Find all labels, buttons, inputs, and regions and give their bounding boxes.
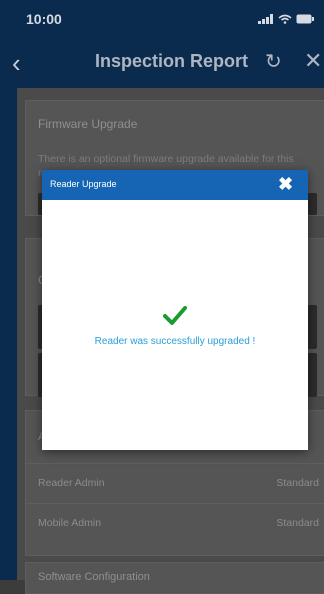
- wifi-icon: [278, 14, 292, 24]
- reader-upgrade-dialog: Reader Upgrade ✖ Reader was successfully…: [42, 170, 308, 450]
- signal-icon: [258, 14, 273, 24]
- page-title: Inspection Report: [95, 51, 249, 71]
- battery-icon: [296, 14, 314, 24]
- checkmark-icon: [163, 306, 187, 325]
- dialog-message: Reader was successfully upgraded !: [94, 336, 256, 347]
- close-icon[interactable]: ✕: [304, 48, 322, 74]
- dialog-title: Reader Upgrade: [50, 179, 117, 189]
- admin-row: Reader Admin Standard: [26, 463, 324, 504]
- nav-bar: ‹ Inspection Report ↻ ✕: [0, 38, 324, 88]
- row-value: Standard: [276, 477, 319, 489]
- software-configuration-title: Software Configuration: [38, 571, 150, 583]
- side-strip: [0, 88, 17, 580]
- row-label: Mobile Admin: [38, 517, 102, 529]
- admin-row: Mobile Admin Standard: [26, 503, 324, 544]
- firmware-upgrade-text: There is an optional firmware upgrade av…: [38, 153, 294, 165]
- firmware-upgrade-title: Firmware Upgrade: [38, 117, 138, 131]
- row-value: Standard: [276, 517, 319, 529]
- status-icons: [258, 14, 314, 24]
- status-time: 10:00: [26, 11, 62, 27]
- back-icon[interactable]: ‹: [12, 48, 21, 79]
- status-bar: 10:00: [0, 0, 324, 38]
- software-configuration-card: Software Configuration: [25, 562, 324, 594]
- firmware-upgrade-text-2: r: [38, 167, 42, 179]
- close-icon[interactable]: ✖: [278, 174, 293, 195]
- refresh-icon[interactable]: ↻: [265, 49, 282, 74]
- dialog-header: Reader Upgrade ✖: [42, 170, 308, 200]
- row-label: Reader Admin: [38, 477, 105, 489]
